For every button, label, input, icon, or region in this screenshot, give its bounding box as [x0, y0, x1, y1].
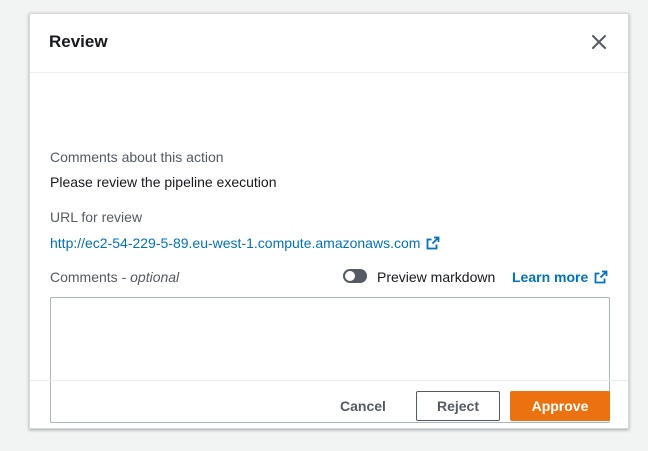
approve-button[interactable]: Approve	[510, 391, 610, 421]
dialog-header: Review	[30, 14, 628, 73]
comments-about-action-value: Please review the pipeline execution	[50, 174, 277, 190]
preview-markdown-toggle[interactable]	[343, 269, 367, 283]
external-link-icon	[594, 270, 608, 284]
comments-label: Comments - optional	[50, 269, 179, 285]
review-url-link[interactable]: http://ec2-54-229-5-89.eu-west-1.compute…	[50, 235, 440, 251]
preview-markdown-label: Preview markdown	[377, 269, 496, 285]
url-for-review-label: URL for review	[50, 209, 143, 225]
review-dialog: Review Comments about this action Please…	[29, 13, 629, 429]
dialog-body: Comments about this action Please review…	[30, 73, 628, 423]
optional-label: optional	[130, 269, 180, 285]
toggle-knob	[345, 271, 355, 281]
dialog-title: Review	[49, 32, 108, 51]
review-url-text: http://ec2-54-229-5-89.eu-west-1.compute…	[50, 235, 421, 251]
reject-button[interactable]: Reject	[416, 391, 500, 421]
comments-label-text: Comments -	[50, 269, 131, 285]
close-button[interactable]	[590, 33, 608, 51]
comments-about-action-label: Comments about this action	[50, 149, 224, 165]
dialog-footer: Cancel Reject Approve	[30, 380, 628, 431]
learn-more-text: Learn more	[512, 269, 589, 285]
close-icon	[592, 35, 606, 49]
learn-more-link[interactable]: Learn more	[512, 269, 608, 285]
cancel-button[interactable]: Cancel	[331, 391, 395, 421]
external-link-icon	[427, 236, 440, 250]
